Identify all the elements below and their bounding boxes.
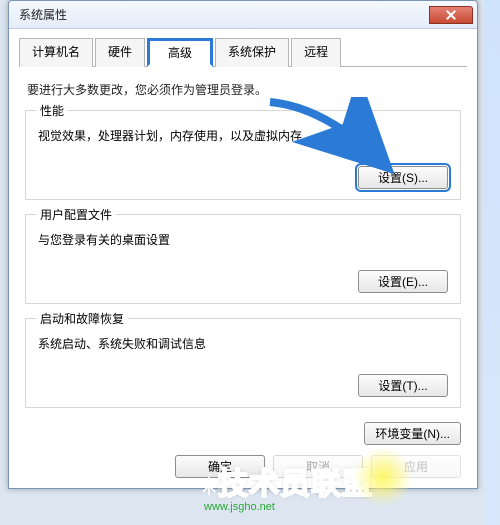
user-profiles-settings-button[interactable]: 设置(E)...: [358, 270, 448, 293]
watermark-url: www.jsgho.net: [204, 501, 373, 513]
group-performance: 性能 视觉效果，处理器计划，内存使用，以及虚拟内存 设置(S)...: [25, 110, 461, 200]
client-area: 计算机名 硬件 高级 系统保护 远程 要进行大多数更改，您必须作为管理员登录。 …: [9, 29, 477, 488]
titlebar: 系统属性: [9, 1, 477, 29]
group-user-profiles: 用户配置文件 与您登录有关的桌面设置 设置(E)...: [25, 214, 461, 304]
apply-button[interactable]: 应用: [371, 455, 461, 478]
group-performance-title: 性能: [36, 102, 68, 119]
environment-variables-button[interactable]: 环境变量(N)...: [364, 422, 461, 445]
group-startup-recovery-desc: 系统启动、系统失败和调试信息: [38, 335, 448, 352]
tab-strip: 计算机名 硬件 高级 系统保护 远程: [19, 37, 467, 67]
system-properties-window: 系统属性 计算机名 硬件 高级 系统保护 远程 要进行大多数更改，您必须作为管理…: [8, 0, 478, 489]
window-title: 系统属性: [19, 6, 67, 23]
tab-hardware[interactable]: 硬件: [95, 38, 145, 67]
tab-advanced[interactable]: 高级: [147, 38, 213, 67]
group-user-profiles-desc: 与您登录有关的桌面设置: [38, 231, 448, 248]
admin-notice: 要进行大多数更改，您必须作为管理员登录。: [27, 81, 459, 98]
startup-recovery-settings-button[interactable]: 设置(T)...: [358, 374, 448, 397]
performance-settings-button[interactable]: 设置(S)...: [358, 166, 448, 189]
tab-remote[interactable]: 远程: [291, 38, 341, 67]
group-user-profiles-title: 用户配置文件: [36, 206, 116, 223]
group-startup-recovery-title: 启动和故障恢复: [36, 310, 128, 327]
tab-computer-name[interactable]: 计算机名: [19, 38, 93, 67]
tab-system-protection[interactable]: 系统保护: [215, 38, 289, 67]
dialog-button-row: 确定 取消 应用: [19, 455, 467, 478]
cancel-button[interactable]: 取消: [273, 455, 363, 478]
group-performance-desc: 视觉效果，处理器计划，内存使用，以及虚拟内存: [38, 127, 448, 144]
close-button[interactable]: [429, 6, 473, 24]
close-icon: [446, 10, 456, 20]
group-startup-recovery: 启动和故障恢复 系统启动、系统失败和调试信息 设置(T)...: [25, 318, 461, 408]
ok-button[interactable]: 确定: [175, 455, 265, 478]
